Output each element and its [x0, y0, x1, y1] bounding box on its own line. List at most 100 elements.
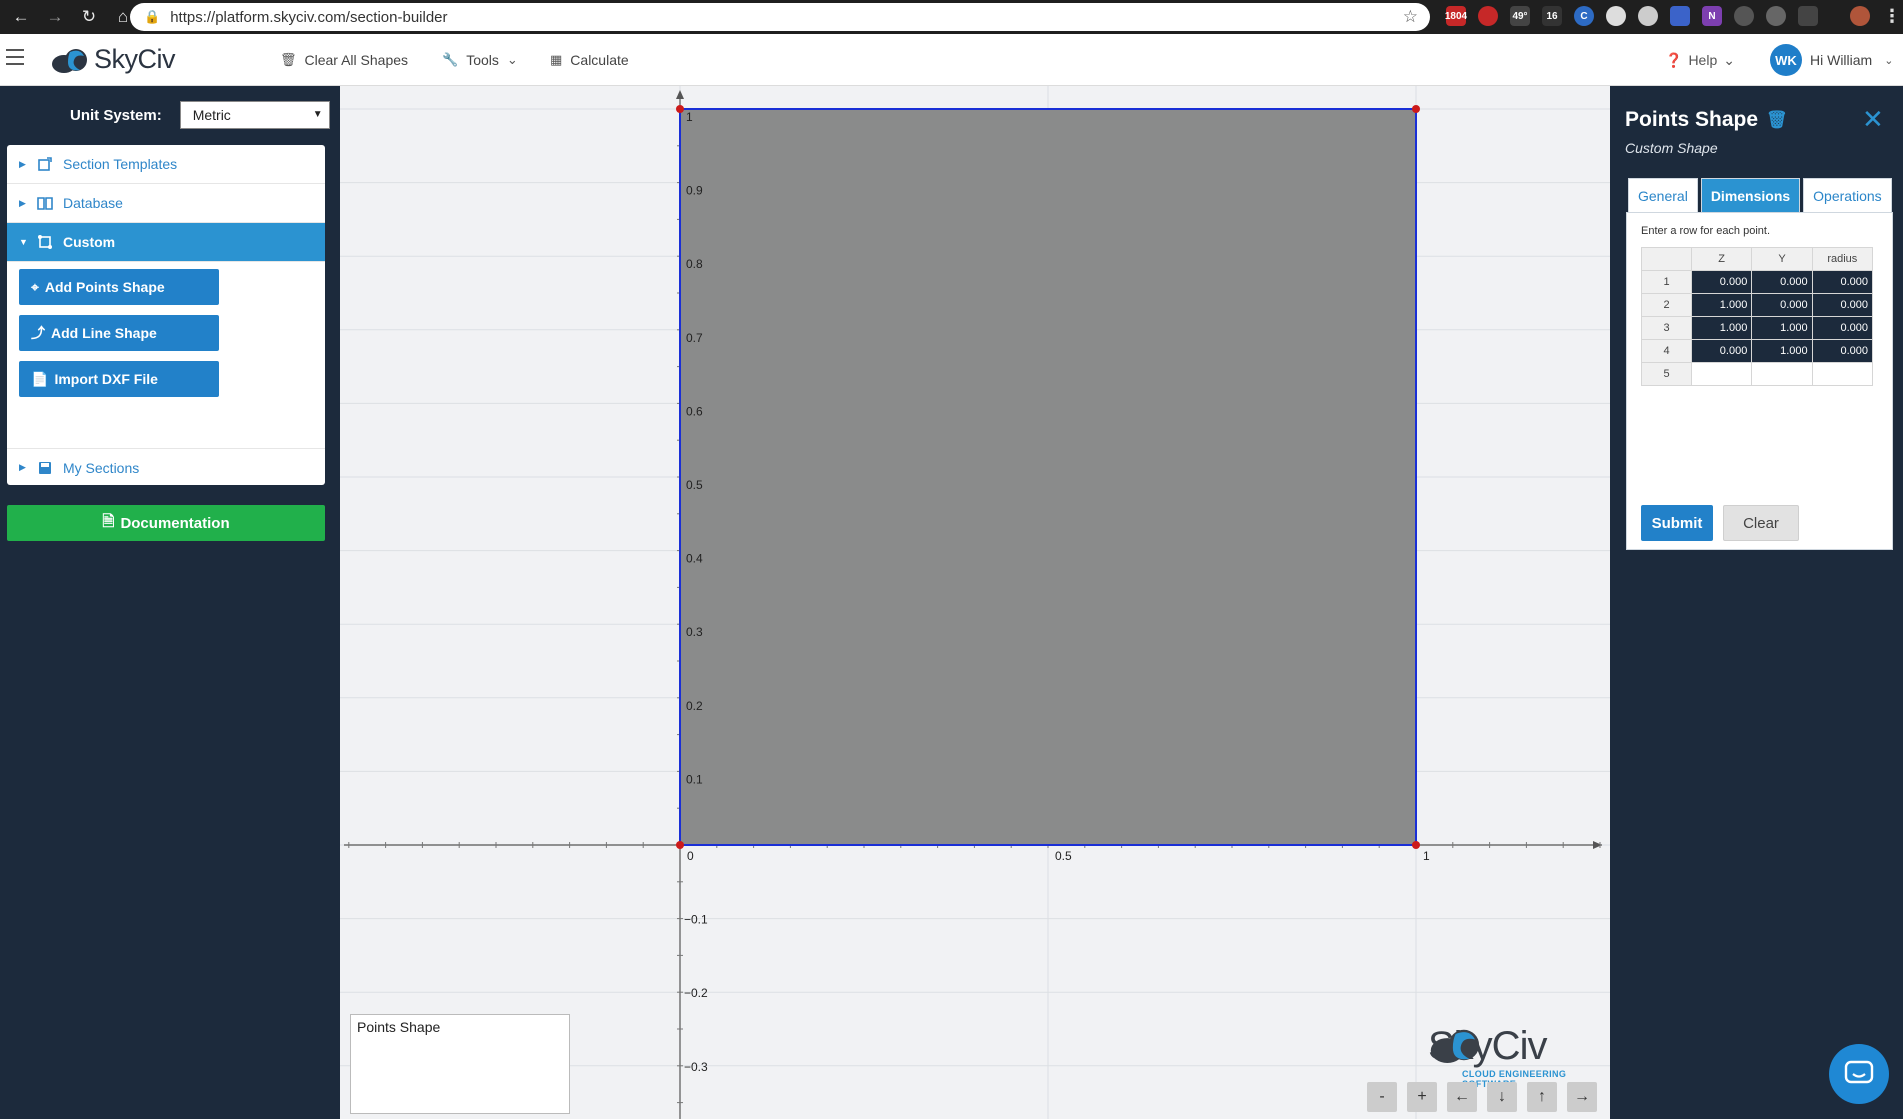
block-extension-icon[interactable]	[1638, 6, 1658, 26]
logo-text: SkyCiv	[94, 44, 176, 74]
form-buttons: Submit Clear	[1641, 505, 1799, 541]
y-cell[interactable]: 1.000	[1751, 339, 1813, 363]
view-controls: - + ← ↓ ↑ →	[1367, 1082, 1597, 1112]
canvas-svg[interactable]: 0 0.5 1 1 0.9 0.8 0.7 0.6 0.5 0.4 0.3 0.2 0.1 −0.1 −0.…	[340, 86, 1610, 1119]
table-row: 5	[1641, 362, 1874, 386]
tab-dimensions[interactable]: Dimensions	[1700, 178, 1801, 212]
tools-menu[interactable]: 🔧 Tools ⌄	[442, 34, 518, 86]
clear-button[interactable]: Clear	[1723, 505, 1799, 541]
bookmark-star-icon[interactable]: ☆	[1403, 7, 1418, 27]
trash-icon: 🗑	[280, 52, 297, 67]
tick-label: 1	[1423, 849, 1430, 863]
radius-cell[interactable]: 0.000	[1811, 270, 1874, 294]
skyciv-logo[interactable]: SkyCiv	[50, 44, 176, 75]
help-label: Help	[1688, 52, 1718, 68]
misc-extension-icon[interactable]	[1798, 6, 1818, 26]
zoom-out-button[interactable]: -	[1367, 1082, 1397, 1112]
accordion-database[interactable]: ▶ Database	[7, 184, 325, 223]
shape-vertex	[676, 105, 684, 113]
points-icon: ⌖	[31, 278, 39, 295]
add-line-shape-button[interactable]: ⤴ Add Line Shape	[19, 315, 219, 351]
question-icon: ❓	[1665, 51, 1683, 68]
weather-extension-icon[interactable]: 49°	[1510, 6, 1530, 26]
help-menu[interactable]: ❓ Help ⌄	[1665, 34, 1735, 86]
gear-extension-icon[interactable]	[1734, 6, 1754, 26]
import-dxf-button[interactable]: 📄 Import DXF File	[19, 361, 219, 397]
points-hint: Enter a row for each point.	[1641, 225, 1771, 237]
pan-right-button[interactable]: →	[1567, 1082, 1597, 1112]
delete-shape-icon[interactable]: 🗑	[1766, 110, 1788, 130]
chevron-down-icon: ⌄	[506, 52, 518, 67]
panel-tabs: General Dimensions Operations	[1628, 178, 1892, 212]
radius-cell[interactable]: 0.000	[1811, 339, 1874, 363]
close-icon[interactable]: ✕	[1862, 104, 1884, 135]
counter-extension-icon[interactable]: 16	[1542, 6, 1562, 26]
accordion-label: Database	[63, 195, 123, 211]
chat-icon	[1844, 1060, 1874, 1084]
chat-support-button[interactable]	[1829, 1044, 1889, 1104]
y-cell[interactable]: 0.000	[1751, 293, 1813, 317]
reload-icon[interactable]: ↻	[76, 4, 102, 30]
y-cell[interactable]: 1.000	[1751, 316, 1813, 340]
menu-dots-icon[interactable]: ⋮	[1882, 6, 1902, 26]
radius-cell[interactable]	[1811, 362, 1874, 386]
unit-system-select[interactable]: Metric ▼	[179, 101, 330, 129]
address-bar[interactable]: 🔒 https://platform.skyciv.com/section-bu…	[130, 3, 1430, 31]
dimensions-tab-body: Enter a row for each point. Z Y radius 1…	[1626, 212, 1893, 550]
forward-icon[interactable]: →	[42, 4, 68, 30]
z-cell[interactable]: 1.000	[1690, 293, 1753, 317]
shield-extension-icon[interactable]	[1478, 6, 1498, 26]
skyciv-watermark: SkyCiv CLOUD ENGINEERING SOFTWARE	[1428, 1024, 1598, 1089]
shape-legend: Points Shape	[350, 1014, 570, 1114]
accordion-section-templates[interactable]: ▶ Section Templates	[7, 145, 325, 184]
bookmark-extension-icon[interactable]	[1670, 6, 1690, 26]
tools-label: Tools	[466, 52, 499, 68]
radius-cell[interactable]: 0.000	[1811, 293, 1874, 317]
record-extension-icon[interactable]	[1606, 6, 1626, 26]
pan-down-button[interactable]: ↓	[1487, 1082, 1517, 1112]
target-extension-icon[interactable]	[1766, 6, 1786, 26]
accordion-label: Custom	[63, 234, 116, 250]
shape-vertex	[676, 841, 684, 849]
y-cell[interactable]	[1751, 362, 1813, 386]
clear-all-shapes-button[interactable]: 🗑 Clear All Shapes	[280, 34, 408, 86]
z-cell[interactable]	[1690, 362, 1753, 386]
user-menu[interactable]: WK Hi William ⌄	[1770, 34, 1893, 86]
avatar: WK	[1770, 44, 1802, 76]
radius-cell[interactable]: 0.000	[1811, 316, 1874, 340]
drawing-canvas[interactable]: 0 0.5 1 1 0.9 0.8 0.7 0.6 0.5 0.4 0.3 0.2 0.1 −0.1 −0.…	[340, 86, 1610, 1119]
tick-label: 0.6	[686, 404, 703, 418]
submit-button[interactable]: Submit	[1641, 505, 1713, 541]
zoom-in-button[interactable]: +	[1407, 1082, 1437, 1112]
tick-label: 0.5	[1055, 849, 1072, 863]
gmail-extension-icon[interactable]: 1804	[1445, 6, 1467, 26]
onenote-extension-icon[interactable]: N	[1702, 6, 1722, 26]
profile-icon[interactable]	[1850, 6, 1870, 26]
hamburger-menu-icon[interactable]	[6, 49, 24, 69]
table-row: 2 1.000 0.000 0.000	[1641, 293, 1874, 317]
pan-up-button[interactable]: ↑	[1527, 1082, 1557, 1112]
app-header: SkyCiv 🗑 Clear All Shapes 🔧 Tools ⌄ ▦ Ca…	[0, 34, 1903, 86]
panel-title-text: Points Shape	[1625, 108, 1759, 131]
c-extension-icon[interactable]: C	[1574, 6, 1594, 26]
pan-left-button[interactable]: ←	[1447, 1082, 1477, 1112]
docs-icon: 🗎	[102, 512, 115, 530]
tab-general[interactable]: General	[1628, 178, 1698, 212]
accordion-custom[interactable]: ▼ Custom	[7, 223, 325, 262]
tick-label: 0.7	[686, 331, 703, 345]
accordion-my-sections[interactable]: ▶ My Sections	[7, 448, 325, 485]
y-axis-arrow	[676, 90, 684, 99]
y-cell[interactable]: 0.000	[1751, 270, 1813, 294]
back-icon[interactable]: ←	[8, 4, 34, 30]
accordion-label: My Sections	[63, 459, 140, 476]
tab-operations[interactable]: Operations	[1803, 178, 1892, 212]
z-cell[interactable]: 0.000	[1690, 270, 1753, 294]
points-table: Z Y radius 1 0.000 0.000 0.000 2 1.000 0…	[1641, 247, 1874, 386]
z-cell[interactable]: 1.000	[1690, 316, 1753, 340]
calculate-button[interactable]: ▦ Calculate	[550, 34, 629, 86]
points-shape-polygon[interactable]	[679, 108, 1417, 846]
unit-system-value: Metric	[192, 107, 231, 123]
add-points-shape-button[interactable]: ⌖ Add Points Shape	[19, 269, 219, 305]
documentation-button[interactable]: 🗎 Documentation	[7, 505, 325, 541]
z-cell[interactable]: 0.000	[1690, 339, 1753, 363]
